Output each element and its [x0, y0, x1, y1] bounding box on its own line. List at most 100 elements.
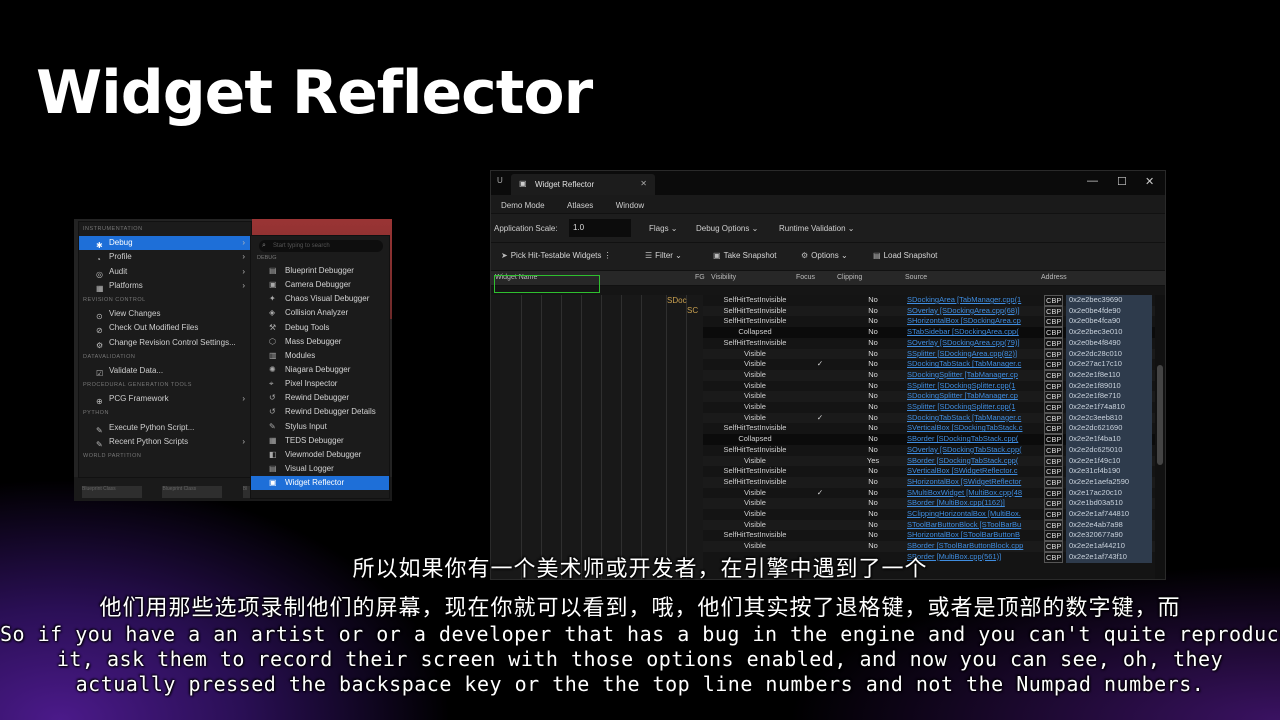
table-row[interactable]: Visible No SSplitter [SDockingArea.cpp(82)… [703, 348, 1155, 360]
submenu-item-widget-reflector[interactable]: ▣ Widget Reflector [251, 476, 389, 491]
menu-item-execute-python-script[interactable]: ✎ Execute Python Script... [79, 421, 251, 435]
submenu-item-camera-debugger[interactable]: ▣ Camera Debugger [251, 278, 389, 292]
table-row[interactable]: SelfHitTestInvisible No SOverlay [SDocking… [703, 305, 1155, 317]
pick-hit-testable-button[interactable]: ➤ Pick Hit-Testable Widgets ⋮ [501, 251, 612, 260]
table-row[interactable]: Visible No SBorder [MultiBox.cpp(1162)] CBP… [703, 498, 1155, 510]
menu-atlases[interactable]: Atlases [567, 201, 593, 210]
table-row[interactable]: Visible Yes SBorder [SDockingTabStack.cpp(… [703, 455, 1155, 467]
cbp-badge[interactable]: CBP [1044, 380, 1064, 392]
cbp-badge[interactable]: CBP [1044, 295, 1064, 306]
submenu-item-collision-analyzer[interactable]: ◈ Collision Analyzer [251, 306, 389, 320]
submenu-search-input[interactable]: ⌕ Start typing to search [259, 240, 383, 252]
tree-scrollbar[interactable] [1155, 295, 1165, 579]
load-snapshot-button[interactable]: ▤ Load Snapshot [873, 251, 937, 260]
cbp-badge[interactable]: CBP [1044, 444, 1064, 456]
cbp-badge[interactable]: CBP [1044, 498, 1064, 510]
content-tab[interactable]: Blueprint Class [162, 486, 223, 498]
menu-item-debug[interactable]: ✱ Debug › [79, 236, 251, 251]
cbp-badge[interactable]: CBP [1044, 327, 1064, 339]
table-row[interactable]: Visible No SSplitter [SDockingSplitter.cpp… [703, 402, 1155, 413]
cbp-badge[interactable]: CBP [1044, 519, 1064, 531]
submenu-item-rewind-debugger[interactable]: ↺ Rewind Debugger [251, 391, 389, 405]
cbp-badge[interactable]: CBP [1044, 434, 1064, 446]
menu-item-audit[interactable]: ◎ Audit › [79, 265, 251, 279]
tree-node[interactable]: SDoc [667, 296, 687, 305]
table-row[interactable]: Visible ✓ No SDockingTabStack [TabManager.c… [703, 359, 1155, 371]
minimize-icon[interactable]: — [1087, 175, 1098, 187]
flags-dropdown[interactable]: Flags ⌄ [649, 224, 678, 233]
menu-item-platforms[interactable]: ▦ Platforms › [79, 279, 251, 293]
menu-item-recent-python-scripts[interactable]: ✎ Recent Python Scripts › [79, 435, 251, 449]
table-row[interactable]: SelfHitTestInvisible No SVerticalBox [SWid… [703, 466, 1155, 478]
submenu-item-debug-tools[interactable]: ⚒ Debug Tools [251, 321, 389, 335]
table-row[interactable]: SelfHitTestInvisible No SHorizontalBox [ST… [703, 530, 1155, 542]
submenu-item-niagara-debugger[interactable]: ✺ Niagara Debugger [251, 363, 389, 377]
runtime-validation-dropdown[interactable]: Runtime Validation ⌄ [779, 224, 855, 233]
take-snapshot-button[interactable]: ▣ Take Snapshot [713, 251, 777, 260]
table-row[interactable]: SelfHitTestInvisible No SOverlay [SDocking… [703, 337, 1155, 349]
cbp-badge[interactable]: CBP [1044, 476, 1064, 488]
maximize-icon[interactable]: ☐ [1117, 175, 1127, 188]
table-row[interactable]: SelfHitTestInvisible No SOverlay [SDocking… [703, 444, 1155, 456]
cbp-badge[interactable]: CBP [1044, 487, 1064, 499]
submenu-item-mass-debugger[interactable]: ⬡ Mass Debugger [251, 335, 389, 349]
cbp-badge[interactable]: CBP [1044, 509, 1064, 520]
col-source[interactable]: Source [905, 274, 927, 281]
table-row[interactable]: SelfHitTestInvisible No SVerticalBox [SDoc… [703, 423, 1155, 435]
cbp-badge[interactable]: CBP [1044, 337, 1064, 349]
table-row[interactable]: Collapsed No STabSidebar [SDockingArea.cpp… [703, 327, 1155, 339]
col-focus[interactable]: Focus [796, 274, 815, 281]
cbp-badge[interactable]: CBP [1044, 455, 1064, 467]
menu-item-profile[interactable]: ◔ Profile › [79, 250, 251, 264]
cbp-badge[interactable]: CBP [1044, 359, 1064, 371]
table-row[interactable]: Visible No SDockingSplitter [TabManager.cp… [703, 391, 1155, 403]
cbp-badge[interactable]: CBP [1044, 369, 1064, 381]
submenu-item-modules[interactable]: ▥ Modules [251, 349, 389, 363]
col-clipping[interactable]: Clipping [837, 274, 862, 281]
table-row[interactable]: SelfHitTestInvisible No SDockingArea [TabM… [703, 295, 1155, 306]
tab-close-icon[interactable]: ✕ [640, 179, 647, 188]
submenu-item-chaos-visual-debugger[interactable]: ✦ Chaos Visual Debugger [251, 292, 389, 306]
table-row[interactable]: SelfHitTestInvisible No SHorizontalBox [SW… [703, 476, 1155, 488]
col-visibility[interactable]: Visibility [711, 274, 736, 281]
table-row[interactable]: Visible ✓ No SMultiBoxWidget [MultiBox.cpp(… [703, 487, 1155, 499]
submenu-item-stylus-input[interactable]: ✎ Stylus Input [251, 420, 389, 434]
table-row[interactable]: Collapsed No SBorder [SDockingTabStack.cpp… [703, 434, 1155, 446]
col-fg[interactable]: FG [695, 274, 705, 281]
debug-options-dropdown[interactable]: Debug Options ⌄ [696, 224, 758, 233]
table-row[interactable]: Visible ✓ No SDockingTabStack [TabManager.c… [703, 412, 1155, 424]
menu-item-check-out-modified-files[interactable]: ⊘ Check Out Modified Files [79, 321, 251, 335]
cbp-badge[interactable]: CBP [1044, 391, 1064, 403]
cbp-badge[interactable]: CBP [1044, 423, 1064, 435]
tab-widget-reflector[interactable]: ▣ Widget Reflector ✕ [511, 174, 655, 195]
menu-item-change-revision-control-settings[interactable]: ⚙ Change Revision Control Settings... [79, 336, 251, 350]
submenu-item-teds-debugger[interactable]: ▦ TEDS Debugger [251, 434, 389, 448]
menu-demo-mode[interactable]: Demo Mode [501, 201, 545, 210]
cbp-badge[interactable]: CBP [1044, 305, 1064, 317]
app-scale-input[interactable]: 1.0 [569, 219, 631, 237]
table-row[interactable]: Visible No SSplitter [SDockingSplitter.cpp… [703, 380, 1155, 392]
submenu-item-rewind-debugger-details[interactable]: ↺ Rewind Debugger Details [251, 405, 389, 419]
cbp-badge[interactable]: CBP [1044, 530, 1064, 542]
content-tab[interactable]: Blueprint Class [82, 486, 142, 498]
submenu-item-pixel-inspector[interactable]: ⌖ Pixel Inspector [251, 377, 389, 391]
menu-window[interactable]: Window [616, 201, 644, 210]
cbp-badge[interactable]: CBP [1044, 348, 1064, 360]
table-row[interactable]: SelfHitTestInvisible No SHorizontalBox [SD… [703, 316, 1155, 328]
cbp-badge[interactable]: CBP [1044, 402, 1064, 413]
table-row[interactable]: Visible No SToolBarButtonBlock [SToolBarBu… [703, 519, 1155, 531]
close-icon[interactable]: ✕ [1145, 175, 1154, 188]
cbp-badge[interactable]: CBP [1044, 316, 1064, 328]
submenu-item-visual-logger[interactable]: ▤ Visual Logger [251, 462, 389, 476]
menu-item-pcg-framework[interactable]: ⊕ PCG Framework › [79, 392, 251, 406]
col-address[interactable]: Address [1041, 274, 1067, 281]
options-button[interactable]: ⚙ Options ⌄ [801, 251, 848, 260]
table-row[interactable]: Visible No SClippingHorizontalBox [MultiBo… [703, 509, 1155, 520]
submenu-item-viewmodel-debugger[interactable]: ◧ Viewmodel Debugger [251, 448, 389, 462]
cbp-badge[interactable]: CBP [1044, 466, 1064, 478]
menu-item-view-changes[interactable]: ⊙ View Changes [79, 307, 251, 321]
menu-item-validate-data[interactable]: ☑ Validate Data... [79, 364, 251, 378]
window-titlebar[interactable]: U ▣ Widget Reflector ✕ — ☐ ✕ [491, 171, 1165, 195]
table-row[interactable]: Visible No SDockingSplitter [TabManager.cp… [703, 369, 1155, 381]
submenu-item-blueprint-debugger[interactable]: ▤ Blueprint Debugger [251, 264, 389, 278]
